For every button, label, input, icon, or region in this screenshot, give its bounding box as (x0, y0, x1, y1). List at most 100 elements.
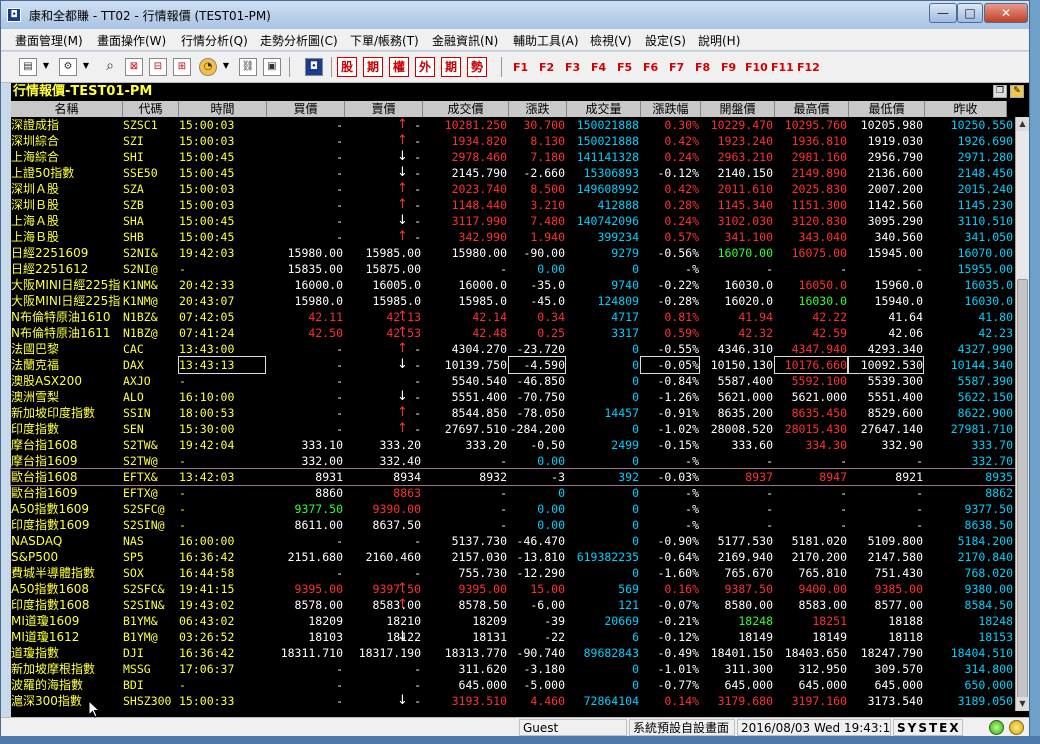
column-header-vol[interactable]: 成交量 (567, 101, 641, 117)
fkey-button-f8[interactable]: F8 (695, 61, 710, 74)
table-row[interactable]: 上海綜合 SHI 15:00:45 - - 2978.460 7.180 141141328 0… (11, 149, 1015, 165)
table-row[interactable]: 法蘭克福 DAX 13:43:13 - - 10139.750 -4.590 0 -0.05% 1… (11, 356, 1015, 374)
table-row[interactable]: 波羅的海指數 BDI - - - 645.000 -5.000 0 -0.77% 645.000 6… (11, 677, 1015, 693)
table-row[interactable]: 新加坡摩根指數 MSSG 17:06:37 - - 311.620 -3.180 0 -1.01… (11, 661, 1015, 677)
table-row[interactable]: N布倫特原油1611 N1BZ@ 07:41:24 42.50 42.53 42.48 0.… (11, 325, 1015, 341)
clock-icon[interactable]: ◔ (199, 58, 217, 76)
table-row[interactable]: 印度指數1609 S2SIN@ -8611.00 8637.50-0.00 0 -% - - -… (11, 517, 1015, 533)
quick-button-1[interactable]: 期 (363, 57, 383, 77)
table-row[interactable]: 大阪MINI日經225指 K1NM& 20:42:33 16000.0 16005.0 1… (11, 277, 1015, 293)
fkey-button-f7[interactable]: F7 (669, 61, 684, 74)
column-header-last[interactable]: 成交價 (423, 101, 509, 117)
table-row[interactable]: 摩台指1608 S2TW& 19:42:04 333.10 333.20 333.20 -0… (11, 437, 1015, 453)
table-row[interactable]: 滬深300指數 SHSZ300 15:00:33 - - 3193.510 4.460 728… (11, 693, 1015, 709)
table-row[interactable]: 法國巴黎 CAC 13:43:00 - - 4304.270 -23.720 0 -0.55% 4… (11, 341, 1015, 357)
chevron-down-icon[interactable]: ▼ (41, 61, 51, 70)
table-row[interactable]: NASDAQ NAS 16:00:00 - - 5137.730 -46.470 0 -0.90… (11, 533, 1015, 549)
menu-item-1[interactable]: 畫面操作(W) (97, 32, 166, 49)
table-row[interactable]: 澳股ASX200 AXJO - - - 5540.540 -46.850 0 -0.84% 558… (11, 373, 1015, 389)
table-row[interactable]: MI道瓊1612 B1YM@ 03:26:52 18103 18122 18131 -22 6… (11, 629, 1015, 645)
column-header-high[interactable]: 最高價 (775, 101, 849, 117)
tools-icon[interactable]: ⚙ (59, 58, 77, 76)
column-header-low[interactable]: 最低價 (849, 101, 925, 117)
table-row[interactable]: 上海Ｂ股 SHB 15:00:45 - - 342.990 1.940 399234 0.57%… (11, 229, 1015, 245)
scroll-up-icon[interactable]: ▲ (1016, 117, 1029, 131)
close-button[interactable]: ✕ (984, 3, 1028, 23)
chevron-down-icon[interactable]: ▼ (221, 61, 231, 70)
minimize-button[interactable]: — (929, 3, 957, 23)
menu-item-8[interactable]: 設定(S) (645, 32, 686, 49)
menu-item-7[interactable]: 檢視(V) (590, 32, 632, 49)
table-row[interactable]: 日經2251612 S2NI@ - 15835.00 15875.00 - 0.00 0 -% -… (11, 261, 1015, 277)
table-row[interactable]: MI道瓊1609 B1YM& 06:43:02 18209 18210 18209 -39 2… (11, 613, 1015, 629)
table-row[interactable]: 大阪MINI日經225指 K1NM@ 20:43:07 15980.0 15985.0 1… (11, 293, 1015, 309)
settings-icon[interactable]: ✎ (1010, 85, 1024, 98)
tile-icon[interactable]: ⊟ (149, 58, 167, 76)
fkey-button-f9[interactable]: F9 (721, 61, 736, 74)
menu-item-6[interactable]: 輔助工具(A) (513, 32, 579, 49)
table-row[interactable]: 印度指數 SEN 15:30:00 - - 27697.510 -284.200 0 -1.02… (11, 421, 1015, 437)
quick-button-0[interactable]: 股 (337, 57, 357, 77)
quick-button-5[interactable]: 勢 (467, 57, 487, 77)
restore-icon[interactable]: ❐ (993, 85, 1007, 98)
menu-item-0[interactable]: 畫面管理(M) (15, 32, 83, 49)
app-logo-icon[interactable]: ◘ (305, 58, 323, 76)
table-row[interactable]: 新加坡印度指數 SSIN 18:00:53 - - 8544.850 -78.050 1445… (11, 405, 1015, 421)
table-row[interactable]: 上海Ａ股 SHA 15:00:45 - - 3117.990 7.480 140742096 0… (11, 213, 1015, 229)
table-row[interactable]: 歐台指1609 EFTX@ - 8860 8863 - 0 0 -% - - - 8862 (11, 485, 1015, 501)
table-row[interactable]: A50指數1608 S2SFC& 19:41:15 9395.00 9397.50 939… (11, 581, 1015, 597)
column-header-name[interactable]: 名稱 (11, 101, 123, 117)
scroll-thumb[interactable] (1017, 279, 1028, 699)
fkey-button-f6[interactable]: F6 (643, 61, 658, 74)
table-row[interactable]: S&P500 SP5 16:36:42 2151.680 2160.460 2157.03… (11, 549, 1015, 565)
table-row[interactable]: 印度指數1608 S2SIN& 19:43:02 8578.00 8583.00 8578… (11, 597, 1015, 613)
table-row[interactable]: A50指數1609 S2SFC@ -9377.50 9390.00-0.00 0 -% - -… (11, 501, 1015, 517)
table-row[interactable]: 道瓊指數 DJI 16:36:42 18311.710 18317.190 18313.7… (11, 645, 1015, 661)
table-row[interactable]: 摩台指1609 S2TW@ - 332.00 332.40 - 0.00 0 -% - - - 332.… (11, 453, 1015, 469)
menu-item-5[interactable]: 金融資訊(N) (432, 32, 498, 49)
column-header-code[interactable]: 代碼 (123, 101, 179, 117)
fkey-button-f1[interactable]: F1 (513, 61, 528, 74)
menu-item-3[interactable]: 走勢分析圖(C) (260, 32, 338, 49)
column-header-pct[interactable]: 漲跌幅 (641, 101, 701, 117)
table-row[interactable]: 深圳Ｂ股 SZB 15:00:03 - - 1148.440 3.210 412888 0.28… (11, 197, 1015, 213)
menu-item-2[interactable]: 行情分析(Q) (181, 32, 248, 49)
table-row[interactable]: 深圳Ａ股 SZA 15:00:03 - - 2023.740 8.500 149608992 0… (11, 181, 1015, 197)
table-row[interactable]: 費城半導體指數 SOX 16:44:58 - - 755.730 -12.290 0 -1.60… (11, 565, 1015, 581)
search-icon[interactable]: ⌕ (101, 58, 119, 76)
table-row[interactable]: 深證成指 SZSC1 15:00:03 - - 10281.250 30.700 150021… (11, 117, 1015, 133)
column-header-time[interactable]: 時間 (179, 101, 267, 117)
fkey-button-f11[interactable]: F11 (771, 61, 794, 74)
table-row[interactable]: 深圳綜合 SZI 15:00:03 - - 1934.820 8.130 150021888 0… (11, 133, 1015, 149)
close-all-icon[interactable]: ⊠ (125, 58, 143, 76)
fkey-button-f12[interactable]: F12 (797, 61, 820, 74)
title-bar[interactable]: ◘ 康和全都賺 - TT02 - 行情報價 (TEST01-PM) — □ ✕ (1, 1, 1029, 29)
window-icon[interactable]: ▣ (263, 58, 281, 76)
column-header-prev[interactable]: 昨收 (925, 101, 1007, 117)
table-row[interactable]: 日經2251609 S2NI& 19:42:03 15980.00 15985.00 15… (11, 245, 1015, 261)
fkey-button-f4[interactable]: F4 (591, 61, 606, 74)
quote-table[interactable]: 深證成指 SZSC1 15:00:03 - - 10281.250 30.700 150021… (10, 117, 1016, 711)
quick-button-3[interactable]: 外 (415, 57, 435, 77)
chevron-down-icon[interactable]: ▼ (81, 61, 91, 70)
scroll-down-icon[interactable]: ▼ (1016, 697, 1029, 711)
split-icon[interactable]: ⊞ (173, 58, 191, 76)
column-header-ask[interactable]: 賣價 (345, 101, 423, 117)
table-row[interactable]: 歐台指1608 EFTX& 13:42:03 8931 8934 8932 -3 392 -0.… (10, 468, 1016, 486)
quick-button-2[interactable]: 權 (389, 57, 409, 77)
column-header-chg[interactable]: 漲跌 (509, 101, 567, 117)
vertical-scrollbar[interactable]: ▲ ▼ (1015, 117, 1029, 711)
fkey-button-f3[interactable]: F3 (565, 61, 580, 74)
table-row[interactable]: 上證50指數 SSE50 15:00:45 - - 2145.790 -2.660 15306… (11, 165, 1015, 181)
table-row[interactable]: 澳洲雪梨 ALO 16:10:00 - - 5551.400 -70.750 0 -1.26% 5… (11, 389, 1015, 405)
column-header-bid[interactable]: 買價 (267, 101, 345, 117)
fkey-button-f10[interactable]: F10 (745, 61, 768, 74)
menu-item-4[interactable]: 下單/帳務(T) (350, 32, 419, 49)
fkey-button-f2[interactable]: F2 (539, 61, 554, 74)
quick-button-4[interactable]: 期 (441, 57, 461, 77)
column-header-open[interactable]: 開盤價 (701, 101, 775, 117)
link-icon[interactable]: ⛓ (239, 58, 257, 76)
screen-icon[interactable]: ▤ (19, 58, 37, 76)
table-row[interactable]: N布倫特原油1610 N1BZ& 07:42:05 42.11 42.13 42.14 0.… (11, 309, 1015, 325)
maximize-button[interactable]: □ (957, 3, 983, 23)
